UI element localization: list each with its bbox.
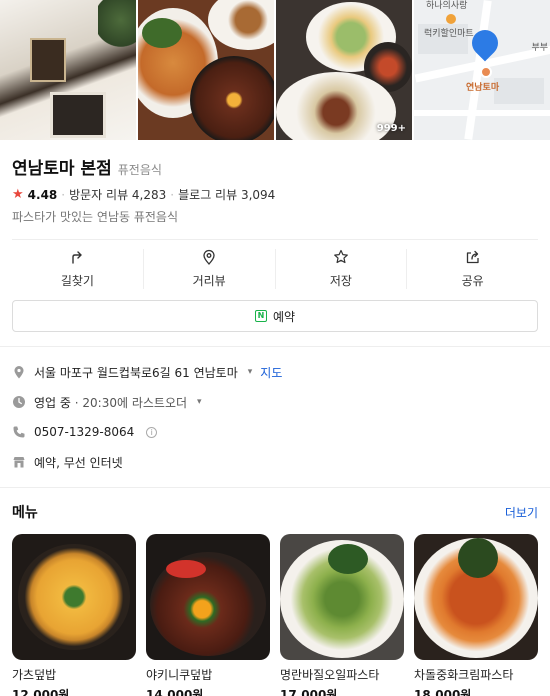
place-name: 연남토마 본점 bbox=[12, 159, 112, 179]
directions-icon bbox=[69, 249, 85, 265]
map-road bbox=[414, 110, 550, 116]
chevron-down-icon[interactable]: ▾ bbox=[197, 397, 202, 407]
photo-gallery: 999+ 하나의사랑 럭키할인마트 부부 연남토마 bbox=[0, 0, 550, 140]
location-dot-icon bbox=[480, 66, 492, 78]
menu-item-price: 14,000원 bbox=[146, 688, 204, 696]
menu-item-price: 18,000원 bbox=[414, 688, 472, 696]
photo-count-badge: 999+ bbox=[376, 123, 406, 134]
star-outline-icon bbox=[333, 249, 349, 265]
info-icon[interactable]: i bbox=[146, 426, 158, 438]
phone-number[interactable]: 0507-1329-8064 bbox=[34, 425, 134, 439]
menu-list: 가츠덮밥 12,000원 야키니쿠덮밥 14,000원 명란바질오일파스타 17… bbox=[0, 522, 550, 696]
rice-bowl bbox=[190, 56, 274, 140]
map-label-place: 연남토마 bbox=[466, 83, 500, 93]
location-pin-icon bbox=[12, 365, 26, 379]
gallery-map-thumbnail[interactable]: 하나의사랑 럭키할인마트 부부 연남토마 bbox=[414, 0, 550, 140]
store-sign bbox=[30, 38, 66, 82]
store-window bbox=[50, 92, 106, 138]
gallery-photo-storefront[interactable] bbox=[0, 0, 136, 140]
map-label-mart: 럭키할인마트 bbox=[424, 29, 474, 39]
menu-item-price: 12,000원 bbox=[12, 688, 70, 696]
herb-topping bbox=[142, 18, 182, 48]
hours-detail: · 20:30에 라스트오더 bbox=[70, 395, 188, 410]
menu-item-name: 차돌중화크림파스타 bbox=[414, 668, 514, 682]
reserve-button[interactable]: N 예약 bbox=[12, 300, 538, 332]
street-view-label: 거리뷰 bbox=[192, 274, 226, 288]
street-view-button[interactable]: 거리뷰 bbox=[144, 249, 276, 289]
place-details: 서울 마포구 월드컵북로6길 61 연남토마 ▾ 지도 영업 중 · 20:30… bbox=[0, 347, 550, 477]
menu-item[interactable]: 명란바질오일파스타 17,000원 bbox=[280, 534, 404, 696]
reserve-label: 예약 bbox=[272, 309, 296, 324]
rating-value: 4.48 bbox=[27, 187, 58, 202]
facilities-text: 예약, 무선 인터넷 bbox=[34, 455, 123, 470]
separator-dot: · bbox=[170, 187, 175, 202]
save-label: 저장 bbox=[329, 274, 352, 288]
menu-item-photo bbox=[146, 534, 270, 660]
phone-icon bbox=[12, 425, 26, 439]
place-description: 파스타가 맛있는 연남동 퓨전음식 bbox=[12, 210, 179, 224]
side-plate bbox=[208, 0, 274, 50]
gallery-photo-food-1[interactable] bbox=[138, 0, 274, 140]
naver-reserve-icon: N bbox=[254, 310, 267, 322]
menu-item-photo bbox=[280, 534, 404, 660]
star-icon: ★ bbox=[12, 187, 24, 202]
address-row: 서울 마포구 월드컵북로6길 61 연남토마 ▾ 지도 bbox=[12, 357, 538, 387]
menu-item-price: 17,000원 bbox=[280, 688, 338, 696]
clock-icon bbox=[12, 395, 26, 409]
separator-dot: · bbox=[61, 187, 66, 202]
map-pin-icon bbox=[201, 249, 217, 265]
visitor-reviews-link[interactable]: 방문자 리뷰 4,283 bbox=[69, 186, 166, 203]
tree-decor bbox=[98, 0, 136, 50]
map-label-top: 하나의사랑 bbox=[426, 1, 468, 11]
facilities-row: 예약, 무선 인터넷 bbox=[12, 447, 538, 477]
map-block bbox=[494, 78, 544, 104]
map-label-right: 부부 bbox=[531, 43, 548, 53]
save-button[interactable]: 저장 bbox=[276, 249, 408, 289]
address-text[interactable]: 서울 마포구 월드컵북로6길 61 연남토마 bbox=[34, 364, 238, 381]
blog-reviews-link[interactable]: 블로그 리뷰 3,094 bbox=[178, 186, 275, 203]
store-icon bbox=[12, 455, 26, 469]
menu-item-name: 야키니쿠덮밥 bbox=[146, 668, 213, 682]
menu-item-photo bbox=[12, 534, 136, 660]
menu-item[interactable]: 야키니쿠덮밥 14,000원 bbox=[146, 534, 270, 696]
menu-item-name: 명란바질오일파스타 bbox=[280, 668, 380, 682]
place-info: 연남토마 본점 퓨전음식 ★ 4.48 · 방문자 리뷰 4,283 · 블로그… bbox=[0, 140, 550, 225]
share-label: 공유 bbox=[461, 274, 484, 288]
action-bar: 길찾기 거리뷰 저장 공유 bbox=[12, 240, 538, 298]
review-stats: ★ 4.48 · 방문자 리뷰 4,283 · 블로그 리뷰 3,094 bbox=[12, 186, 538, 203]
share-icon bbox=[465, 249, 481, 265]
menu-item-photo bbox=[414, 534, 538, 660]
menu-item-name: 가츠덮밥 bbox=[12, 668, 57, 682]
directions-button[interactable]: 길찾기 bbox=[12, 249, 144, 289]
mart-icon bbox=[446, 14, 456, 24]
share-button[interactable]: 공유 bbox=[407, 249, 538, 289]
hours-status: 영업 중 bbox=[34, 395, 71, 410]
menu-header: 메뉴 더보기 bbox=[0, 488, 550, 522]
directions-label: 길찾기 bbox=[60, 274, 94, 288]
menu-item[interactable]: 가츠덮밥 12,000원 bbox=[12, 534, 136, 696]
hours-row: 영업 중 · 20:30에 라스트오더 ▾ bbox=[12, 387, 538, 417]
map-link[interactable]: 지도 bbox=[260, 364, 282, 381]
phone-row: 0507-1329-8064 i bbox=[12, 417, 538, 447]
menu-section-title: 메뉴 bbox=[12, 505, 38, 521]
menu-more-link[interactable]: 더보기 bbox=[505, 504, 538, 521]
gallery-photo-food-2[interactable]: 999+ bbox=[276, 0, 412, 140]
place-category: 퓨전음식 bbox=[117, 163, 162, 177]
chevron-down-icon[interactable]: ▾ bbox=[248, 367, 253, 377]
menu-item[interactable]: 차돌중화크림파스타 18,000원 bbox=[414, 534, 538, 696]
